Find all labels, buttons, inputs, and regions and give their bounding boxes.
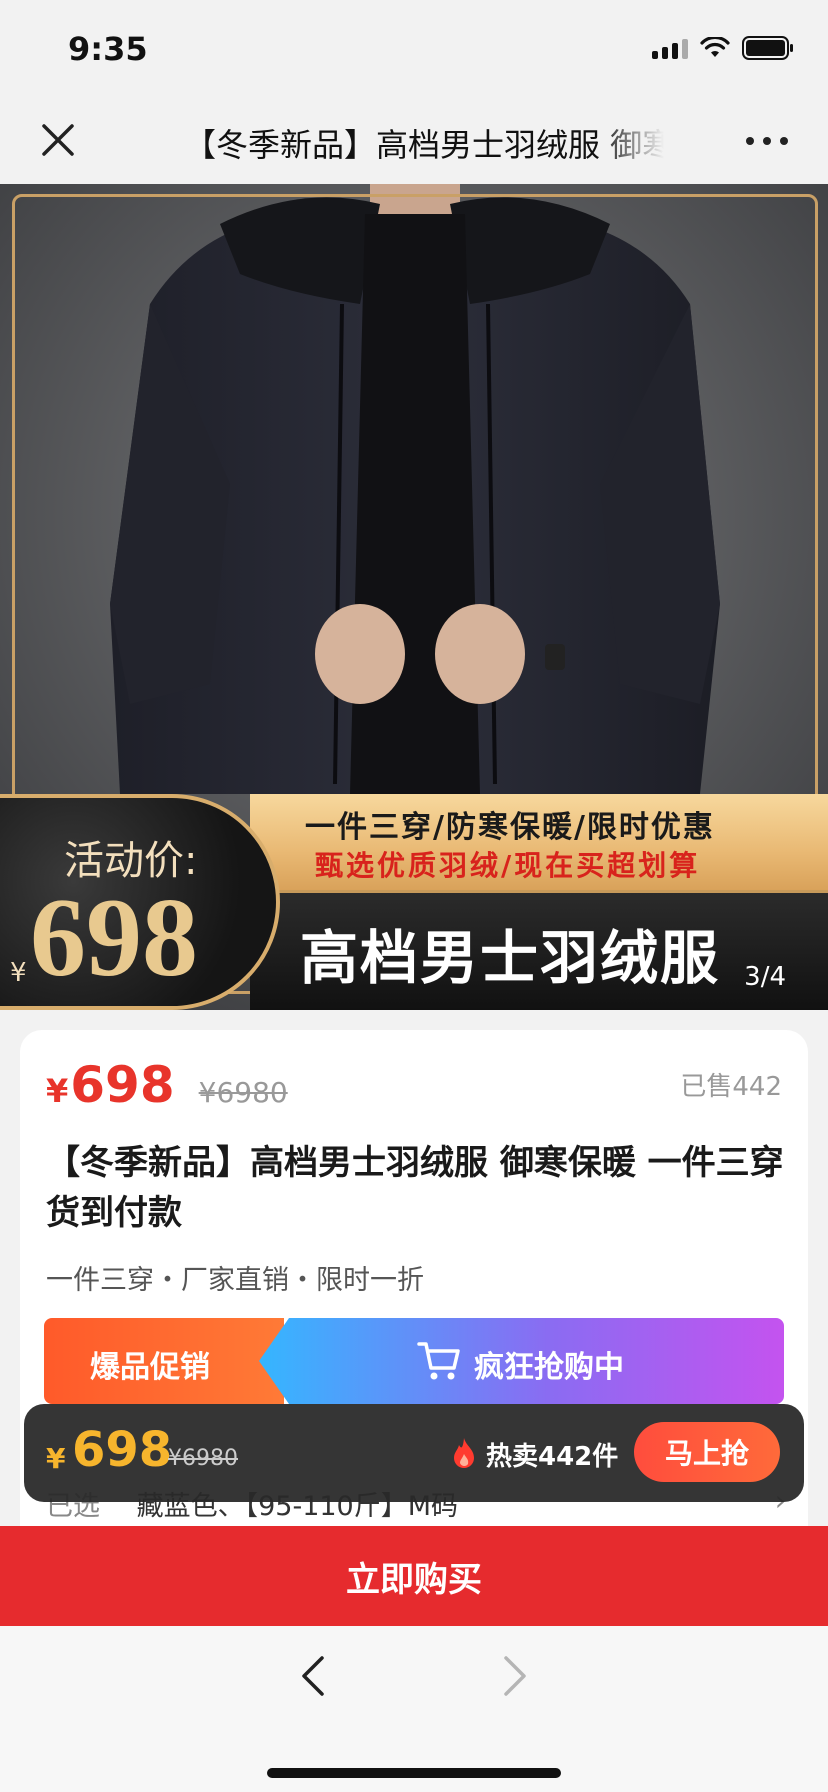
- wifi-icon: [700, 37, 730, 57]
- float-original-price: ¥6980: [168, 1446, 238, 1471]
- forward-arrow-icon[interactable]: [494, 1652, 534, 1700]
- back-arrow-icon[interactable]: [294, 1652, 334, 1700]
- price-badge: 活动价: ¥ 698: [0, 794, 280, 1010]
- more-icon[interactable]: [742, 126, 792, 156]
- promo-bar: 爆品促销 疯狂抢购中: [44, 1318, 784, 1404]
- status-icons: [652, 36, 794, 60]
- banner-line-1: 一件三穿/防寒保暖/限时优惠: [305, 810, 715, 845]
- page: 9:35 【冬季新品】高档男士羽绒服 御寒保暖 一件三穿 货到付款: [0, 0, 828, 1792]
- price-currency: ¥: [46, 1072, 69, 1110]
- price-row: ¥ 698 ¥6980: [46, 1056, 288, 1114]
- product-image-carousel[interactable]: 一件三穿/防寒保暖/限时优惠 甄选优质羽绒/现在买超划算 高档男士羽绒服 活动价…: [0, 184, 828, 1010]
- battery-icon: [742, 36, 793, 60]
- promo-right-label: 疯狂抢购中: [474, 1350, 624, 1385]
- grab-now-button[interactable]: 马上抢: [634, 1422, 780, 1482]
- image-counter: 3/4: [744, 962, 786, 992]
- promo-left: 爆品促销: [44, 1318, 284, 1404]
- product-subtitle: 一件三穿・厂家直销・限时一折: [46, 1265, 424, 1296]
- original-price: ¥6980: [198, 1076, 288, 1109]
- banner-bottom: 高档男士羽绒服: [250, 890, 828, 1010]
- banner-line-2: 甄选优质羽绒/现在买超划算: [315, 849, 701, 882]
- floating-purchase-bar: ¥ 698 ¥6980 热卖442件 马上抢: [24, 1404, 804, 1502]
- bottom-nav: [0, 1626, 828, 1792]
- price-value: 698: [70, 1056, 175, 1114]
- cellular-signal-icon: [652, 37, 688, 59]
- promo-banner: 一件三穿/防寒保暖/限时优惠 甄选优质羽绒/现在买超划算 高档男士羽绒服 活动价…: [0, 794, 828, 1010]
- banner-main-title: 高档男士羽绒服: [300, 924, 721, 992]
- banner-top: 一件三穿/防寒保暖/限时优惠 甄选优质羽绒/现在买超划算: [250, 794, 828, 890]
- promo-left-label: 爆品促销: [90, 1350, 210, 1385]
- product-title: 【冬季新品】高档男士羽绒服 御寒保暖 一件三穿 货到付款: [46, 1143, 784, 1233]
- hot-sales-text: 热卖442件: [486, 1442, 619, 1472]
- nav-title: 【冬季新品】高档男士羽绒服 御寒保暖 一件三穿 货到付款: [184, 126, 664, 164]
- fire-icon: [454, 1438, 474, 1468]
- sold-count: 已售442: [680, 1072, 782, 1102]
- buy-now-button[interactable]: 立即购买: [0, 1526, 828, 1626]
- float-price: 698: [72, 1422, 173, 1478]
- cart-icon: [417, 1342, 460, 1380]
- status-time: 9:35: [68, 30, 148, 68]
- status-bar: 9:35: [0, 0, 828, 96]
- close-icon[interactable]: [36, 118, 80, 162]
- badge-price: 698: [30, 876, 198, 1000]
- float-price-currency: ¥: [46, 1442, 66, 1475]
- nav-bar: 【冬季新品】高档男士羽绒服 御寒保暖 一件三穿 货到付款: [0, 96, 828, 184]
- home-indicator: [267, 1768, 561, 1778]
- badge-yen: ¥: [10, 958, 27, 988]
